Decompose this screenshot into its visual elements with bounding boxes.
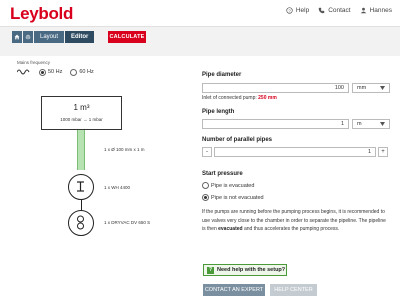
pressure-option-not-evacuated[interactable]: Pipe is not evacuated — [202, 194, 264, 201]
info-text-after: and thus accelerates the pumping process… — [242, 226, 340, 232]
svg-text:?: ? — [288, 8, 291, 13]
pump2-label: 1 x DRYVAC DV 650 S — [104, 220, 151, 225]
pipe-label: 1 x Ø 100 mm x 1 m — [104, 147, 145, 152]
freq-60hz-label: 60 Hz — [79, 69, 94, 75]
start-pressure-label: Start pressure — [202, 171, 243, 177]
breadcrumb-settings[interactable] — [23, 31, 33, 43]
breadcrumb: Layout Editor — [12, 31, 95, 43]
parallel-pipes-decrement-button[interactable]: - — [202, 147, 212, 157]
start-pressure-info: If the pumps are running before the pump… — [202, 208, 390, 234]
pipe-segment[interactable] — [77, 130, 85, 170]
chamber-volume: 1 m³ — [73, 103, 90, 112]
nav-user[interactable]: Hannes — [360, 7, 392, 14]
parallel-pipes-increment-button[interactable]: + — [378, 147, 388, 157]
pressure-evacuated-label: Pipe is evacuated — [211, 182, 255, 189]
pipe-diameter-unit-select[interactable]: mm — [352, 83, 390, 93]
pump1-label: 1 x WH 4400 — [104, 185, 131, 190]
pipe-length-unit-select[interactable]: m — [352, 119, 390, 129]
screw-pump-icon — [77, 215, 84, 230]
top-header: Leybold ? Help Contact Hannes — [0, 0, 400, 27]
sine-wave-icon — [17, 69, 30, 75]
leybold-logo[interactable]: Leybold — [10, 4, 73, 24]
nav-help-label: Help — [295, 7, 310, 14]
parallel-pipes-label: Number of parallel pipes — [202, 137, 273, 143]
breadcrumb-home[interactable] — [12, 31, 22, 43]
pressure-not-evacuated-label: Pipe is not evacuated — [211, 194, 264, 201]
pressure-option-evacuated[interactable]: Pipe is evacuated — [202, 182, 254, 189]
info-text-bold: evacuated — [218, 226, 243, 232]
chevron-down-icon — [380, 86, 385, 90]
vacuum-chamber[interactable]: 1 m³ 1000 mbar → 1 mbar — [41, 96, 122, 130]
breadcrumb-layout[interactable]: Layout — [34, 31, 65, 43]
nav-user-label: Hannes — [369, 7, 392, 14]
mains-frequency-row: 50 Hz 60 Hz — [17, 68, 94, 76]
calculate-button[interactable]: CALCULATE — [108, 31, 146, 43]
pressure-evacuated-radio[interactable] — [202, 182, 209, 189]
freq-option-50hz[interactable]: 50 Hz — [39, 68, 63, 76]
gear-icon — [25, 34, 31, 40]
roots-pump-icon — [77, 181, 84, 192]
pipe-diameter-unit: mm — [357, 85, 367, 91]
chevron-down-icon — [380, 122, 385, 126]
contact-expert-button[interactable]: CONTACT AN EXPERT — [203, 284, 265, 296]
freq-50hz-label: 50 Hz — [48, 69, 63, 75]
user-icon — [360, 7, 366, 14]
pressure-not-evacuated-radio[interactable] — [202, 194, 209, 201]
nav-contact-label: Contact — [328, 7, 351, 14]
setup-help-label: Need help with the setup? — [217, 267, 286, 273]
home-icon — [14, 34, 20, 40]
mains-frequency-label: Mains frequency — [17, 60, 51, 65]
nav-contact[interactable]: Contact — [318, 7, 351, 14]
breadcrumb-editor[interactable]: Editor — [65, 31, 95, 43]
roots-pump-symbol[interactable] — [68, 174, 94, 200]
pipe-length-label: Pipe length — [202, 109, 235, 115]
chamber-pressure-range: 1000 mbar → 1 mbar — [60, 117, 103, 122]
pipe-diameter-label: Pipe diameter — [202, 72, 242, 78]
setup-help-box[interactable]: ? Need help with the setup? — [203, 264, 287, 276]
help-icon: ? — [207, 266, 214, 274]
top-nav: ? Help Contact Hannes — [286, 7, 392, 14]
pipe-diameter-hint-prefix: Inlet of connected pump: — [202, 95, 257, 101]
pipe-diameter-input[interactable]: 100 — [202, 83, 349, 93]
phone-icon — [318, 7, 325, 14]
pipe-diameter-hint: Inlet of connected pump: 250 mm — [202, 95, 277, 101]
pipe-length-unit: m — [357, 121, 362, 127]
pipe-diameter-hint-value: 250 mm — [258, 95, 277, 101]
dry-pump-symbol[interactable] — [68, 210, 94, 236]
nav-help[interactable]: ? Help — [286, 7, 309, 14]
help-center-button[interactable]: HELP CENTER — [270, 284, 317, 296]
pipe-length-input[interactable]: 1 — [202, 119, 349, 129]
help-icon: ? — [286, 7, 293, 14]
breadcrumb-bar: Layout Editor — [0, 27, 400, 49]
freq-50hz-radio[interactable] — [39, 68, 46, 76]
freq-option-60hz[interactable]: 60 Hz — [70, 68, 94, 76]
freq-60hz-radio[interactable] — [70, 68, 78, 76]
main-panel — [0, 56, 400, 308]
parallel-pipes-input[interactable]: 1 — [214, 147, 376, 157]
